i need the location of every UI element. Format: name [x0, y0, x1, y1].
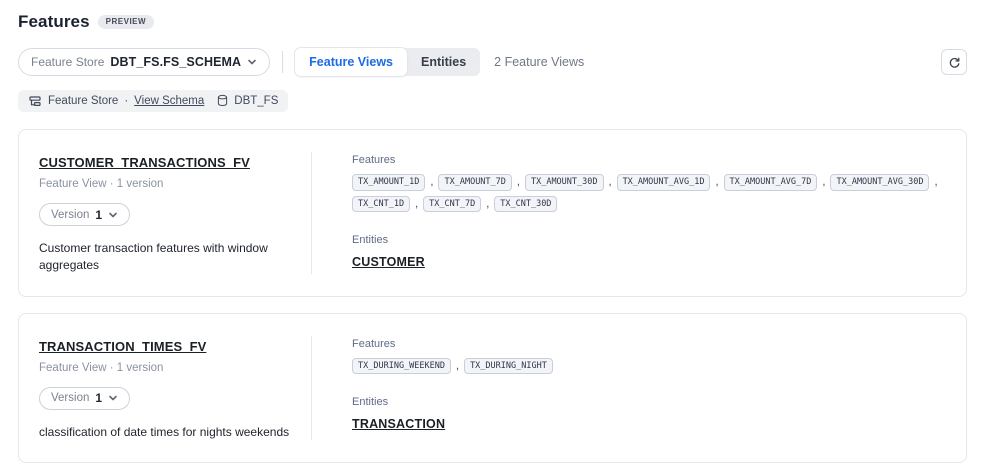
chevron-down-icon: [247, 57, 257, 67]
comma-separator: ,: [609, 176, 612, 188]
preview-badge: PREVIEW: [98, 15, 154, 29]
feature-view-card-transaction-times: TRANSACTION_TIMES_FV Feature View · 1 ve…: [18, 313, 967, 463]
breadcrumb-database: DBT_FS: [216, 94, 278, 108]
feature-view-title-link[interactable]: CUSTOMER_TRANSACTIONS_FV: [39, 155, 250, 170]
feature-store-selector-label: Feature Store: [31, 55, 104, 69]
comma-separator: ,: [415, 198, 418, 210]
page-header: Features PREVIEW: [18, 12, 967, 32]
feature-store-icon: [28, 94, 42, 108]
feature-view-subtitle: Feature View · 1 version: [39, 178, 311, 190]
entity-link-transaction[interactable]: TRANSACTION: [352, 417, 445, 431]
version-label: Version: [51, 209, 89, 221]
comma-separator: ,: [430, 176, 433, 188]
feature-chip: TX_CNT_7D: [423, 196, 481, 213]
feature-view-subtitle: Feature View · 1 version: [39, 362, 311, 374]
version-label: Version: [51, 392, 89, 404]
breadcrumb-database-name: DBT_FS: [234, 95, 278, 107]
features-section-label: Features: [352, 154, 946, 166]
chevron-down-icon: [108, 210, 118, 220]
breadcrumb: Feature Store · View Schema DBT_FS: [18, 90, 288, 112]
feature-chip: TX_AMOUNT_AVG_1D: [617, 174, 711, 191]
chevron-down-icon: [108, 393, 118, 403]
card-left-column: TRANSACTION_TIMES_FV Feature View · 1 ve…: [39, 336, 311, 441]
tab-entities[interactable]: Entities: [407, 48, 480, 76]
entities-section: Entities CUSTOMER: [352, 234, 946, 271]
features-chip-list: TX_AMOUNT_1D, TX_AMOUNT_7D, TX_AMOUNT_30D,…: [352, 174, 946, 212]
card-left-column: CUSTOMER_TRANSACTIONS_FV Feature View · …: [39, 152, 311, 274]
feature-chip: TX_AMOUNT_7D: [438, 174, 511, 191]
features-page: Features PREVIEW Feature Store DBT_FS.FS…: [0, 0, 985, 463]
version-value: 1: [95, 208, 102, 222]
entities-section: Entities TRANSACTION: [352, 396, 946, 433]
feature-chip: TX_AMOUNT_30D: [525, 174, 604, 191]
entities-section-label: Entities: [352, 396, 946, 408]
entities-section-label: Entities: [352, 234, 946, 246]
breadcrumb-separator: ·: [124, 95, 128, 107]
feature-store-selector-value: DBT_FS.FS_SCHEMA: [110, 55, 241, 69]
feature-store-selector[interactable]: Feature Store DBT_FS.FS_SCHEMA: [18, 48, 270, 76]
view-schema-link[interactable]: View Schema: [134, 95, 204, 107]
feature-view-title-link[interactable]: TRANSACTION_TIMES_FV: [39, 339, 206, 354]
comma-separator: ,: [517, 176, 520, 188]
page-title: Features: [18, 12, 90, 32]
breadcrumb-feature-store-text: Feature Store: [48, 95, 118, 107]
toolbar-divider: [282, 51, 283, 73]
refresh-button[interactable]: [941, 49, 967, 75]
view-tabs: Feature Views Entities: [295, 48, 480, 76]
version-dropdown[interactable]: Version 1: [39, 387, 130, 410]
feature-chip: TX_AMOUNT_1D: [352, 174, 425, 191]
feature-chip: TX_CNT_30D: [494, 196, 557, 213]
feature-chip: TX_DURING_NIGHT: [464, 358, 553, 375]
card-divider: [311, 336, 312, 441]
database-icon: [216, 94, 230, 108]
comma-separator: ,: [715, 176, 718, 188]
feature-view-description: Customer transaction features with windo…: [39, 240, 311, 274]
feature-chip: TX_CNT_1D: [352, 196, 410, 213]
comma-separator: ,: [486, 198, 489, 210]
features-chip-list: TX_DURING_WEEKEND, TX_DURING_NIGHT: [352, 358, 946, 375]
feature-chip: TX_DURING_WEEKEND: [352, 358, 451, 375]
features-section-label: Features: [352, 338, 946, 350]
entity-link-customer[interactable]: CUSTOMER: [352, 255, 425, 269]
feature-chip: TX_AMOUNT_AVG_30D: [830, 174, 929, 191]
feature-chip: TX_AMOUNT_AVG_7D: [724, 174, 818, 191]
comma-separator: ,: [456, 360, 459, 372]
feature-view-card-customer-transactions: CUSTOMER_TRANSACTIONS_FV Feature View · …: [18, 129, 967, 297]
comma-separator: ,: [934, 176, 937, 188]
refresh-icon: [948, 56, 961, 69]
feature-view-description: classification of date times for nights …: [39, 424, 311, 441]
card-right-column: Features TX_AMOUNT_1D,TX_AMOUNT_7D,TX_AM…: [332, 152, 946, 274]
version-value: 1: [95, 391, 102, 405]
feature-views-count: 2 Feature Views: [494, 55, 584, 69]
comma-separator: ,: [822, 176, 825, 188]
card-right-column: Features TX_DURING_WEEKEND, TX_DURING_NIG…: [332, 336, 946, 441]
toolbar: Feature Store DBT_FS.FS_SCHEMA Feature V…: [18, 48, 967, 76]
card-divider: [311, 152, 312, 274]
tab-feature-views[interactable]: Feature Views: [295, 48, 407, 76]
version-dropdown[interactable]: Version 1: [39, 203, 130, 226]
